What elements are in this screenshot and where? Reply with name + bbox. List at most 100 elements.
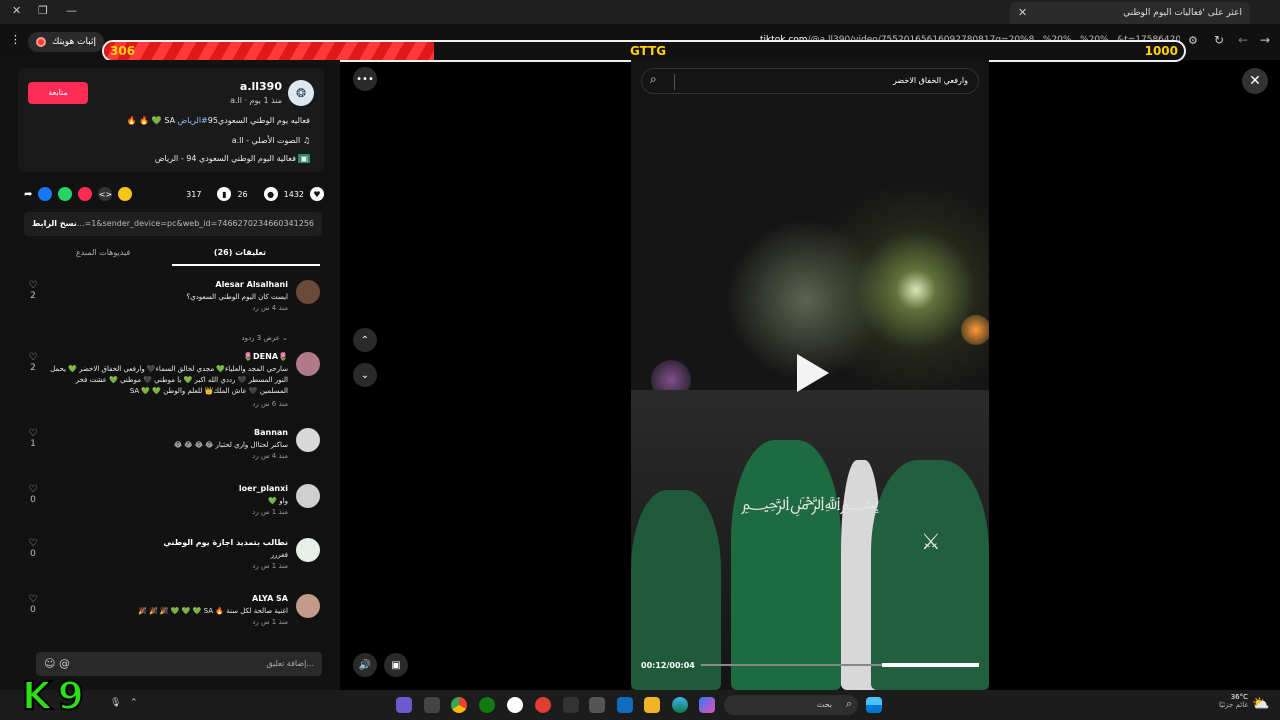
mic-icon[interactable]: 🎙 (110, 698, 121, 708)
copy-link-button[interactable]: نسخ الرابط (32, 219, 77, 228)
reload-icon[interactable]: ↻ (1214, 33, 1224, 47)
comment-like-button[interactable]: ♡ 0 (26, 538, 40, 559)
close-video-button[interactable]: ✕ (1242, 68, 1268, 94)
event-tag[interactable]: ▣ فعالية اليوم الوطني السعودي 94 - الريا… (155, 154, 310, 163)
comment-like-button[interactable]: ♡ 0 (26, 484, 40, 505)
video-search-box[interactable]: ⌕ وارفعي الخفاق الاخضر (641, 68, 979, 94)
author-handle: a.ll (230, 96, 242, 105)
share-tiktok-icon[interactable] (78, 187, 93, 201)
taskbar-search[interactable]: ⌕ بحث (724, 695, 858, 715)
comment-text: ايست كان اليوم الوطني السعودي؟ (186, 293, 289, 301)
hashtag-link[interactable]: #الرياض (178, 116, 208, 125)
sound-label: الصوت الأصلي - a.ll (231, 136, 301, 145)
bookmark-icon[interactable]: ▮ (217, 187, 232, 201)
search-query: وارفعي الخفاق الاخضر (893, 76, 968, 85)
comment-like-button[interactable]: ♡ 2 (26, 280, 40, 301)
comment-meta: منذ 4 س رد (252, 452, 288, 460)
emoji-icon[interactable]: ☺ @ (44, 657, 70, 670)
tab-creator-videos[interactable]: فيديوهات المبدع (76, 248, 130, 257)
next-video-button[interactable]: ⌄ (353, 363, 377, 387)
back-icon[interactable]: → (1260, 33, 1270, 47)
search-separator (674, 74, 675, 90)
forward-icon[interactable]: ← (1238, 33, 1248, 47)
settings-icon[interactable] (589, 697, 605, 713)
event-label: فعالية اليوم الوطني السعودي 94 - الرياض (154, 154, 296, 163)
taskbar-app-1-icon[interactable] (396, 697, 412, 713)
copilot-icon[interactable] (699, 697, 715, 713)
outlook-icon[interactable] (617, 697, 633, 713)
comment-meta: منذ 1 س رد (252, 618, 288, 626)
comment-input[interactable]: إضافة تعليق... ☺ @ (36, 652, 322, 676)
sound-link[interactable]: ♫ الصوت الأصلي - a.ll (232, 136, 310, 145)
start-icon[interactable] (866, 697, 882, 713)
commenter-name[interactable]: ALYA SA (252, 594, 288, 603)
view-replies-link[interactable]: عرض 3 ردود ⌄ (241, 334, 288, 342)
person-flag-2 (731, 440, 841, 690)
comment-count: 26 (237, 189, 248, 199)
taskbar-app-3-icon[interactable] (507, 697, 523, 713)
comment-like-button[interactable]: ♡ 0 (26, 594, 40, 615)
comment-like-button[interactable]: ♡ 1 (26, 428, 40, 449)
view-replies-label: عرض 3 ردود (241, 334, 280, 342)
author-card: ❂ a.ll390 a.ll · منذ 1 يوم متابعة فعاليه… (18, 68, 324, 172)
search-icon[interactable]: ⌕ (650, 72, 657, 87)
video-progress-bar[interactable] (701, 663, 979, 667)
menu-dots-icon[interactable]: ⋮ (10, 33, 21, 46)
embed-icon[interactable]: <> (98, 187, 113, 201)
share-arrow-icon[interactable]: ➦ (24, 189, 32, 200)
commenter-name[interactable]: نطالب بتمديد اجازة يوم الوطني (163, 538, 288, 547)
active-tab[interactable]: ✕ اعثر على 'فعاليات اليوم الوطني (1010, 2, 1250, 24)
commenter-name[interactable]: loer_planxi (239, 484, 288, 493)
like-icon[interactable]: ♥ (310, 187, 324, 201)
play-icon[interactable] (797, 354, 829, 392)
restore-window-icon[interactable]: ❐ (38, 4, 48, 17)
link-row: نسخ الرابط ...=1&sender_device=pc&web_id… (24, 212, 322, 236)
previous-video-button[interactable]: ⌃ (353, 328, 377, 352)
video-player[interactable]: ﷽ ⚔ ⌕ وارفعي الخفاق الاخضر 00:12/00:04 (631, 60, 989, 690)
taskbar-app-2-icon[interactable] (424, 697, 440, 713)
recorder-label: إثبات هويتك (52, 37, 96, 47)
author-username[interactable]: a.ll390 (240, 80, 282, 93)
facebook-icon[interactable] (38, 187, 53, 201)
more-options-button[interactable]: ••• (353, 67, 377, 91)
recorder-pill[interactable]: إثبات هويتك (28, 32, 104, 52)
comment-text: اغنية صالحة لكل سنة 🔥 SA 💚 💚 💚 🎉 🎉 🎉 (138, 607, 288, 615)
close-window-icon[interactable]: ✕ (12, 4, 21, 17)
taskbar-app-5-icon[interactable] (563, 697, 579, 713)
commenter-name[interactable]: Alesar Alsalhani (215, 280, 288, 289)
volume-icon[interactable]: 🔊 (353, 653, 377, 677)
whatsapp-icon[interactable] (58, 187, 73, 201)
commenter-avatar[interactable] (296, 538, 320, 562)
tray-up-icon[interactable]: ⌃ (130, 698, 138, 708)
pip-icon[interactable]: ▣ (384, 653, 408, 677)
comment-text: فغررر (270, 551, 288, 559)
tune-icon[interactable]: ⚙ (1188, 34, 1198, 47)
commenter-name[interactable]: 🌷DENA🌷 (243, 352, 288, 361)
commenter-avatar[interactable] (296, 280, 320, 304)
chrome-icon[interactable] (451, 697, 467, 713)
commenter-avatar[interactable] (296, 428, 320, 452)
comment-text: واو 💚 (268, 497, 288, 505)
minimize-window-icon[interactable]: — (66, 4, 77, 17)
comment-icon[interactable]: ● (263, 187, 278, 201)
commenter-name[interactable]: Bannan (254, 428, 288, 437)
edge-icon[interactable] (672, 697, 688, 713)
comment-meta: منذ 1 س رد (252, 508, 288, 516)
taskbar-search-label: بحث (816, 700, 832, 709)
author-avatar[interactable]: ❂ (288, 80, 314, 106)
taskbar-app-4-icon[interactable] (535, 697, 551, 713)
commenter-avatar[interactable] (296, 594, 320, 618)
browser-tab-bar: ✕ ❐ — + ✕ اعثر على 'فعاليات اليوم الوطني (0, 0, 1280, 24)
weather-widget[interactable]: 36°C غائم جزئيًا (1218, 693, 1248, 709)
commenter-avatar[interactable] (296, 352, 320, 376)
close-tab-icon[interactable]: ✕ (1018, 6, 1027, 19)
tab-comments[interactable]: تعليقات (26) (214, 248, 266, 257)
author-subline: a.ll · منذ 1 يوم (230, 96, 282, 105)
coin-icon[interactable] (118, 187, 133, 201)
follow-button[interactable]: متابعة (28, 82, 88, 104)
file-explorer-icon[interactable] (644, 697, 660, 713)
commenter-avatar[interactable] (296, 484, 320, 508)
comment-like-button[interactable]: ♡ 2 (26, 352, 40, 373)
taskbar-search-icon: ⌕ (845, 697, 852, 710)
xbox-icon[interactable] (479, 697, 495, 713)
